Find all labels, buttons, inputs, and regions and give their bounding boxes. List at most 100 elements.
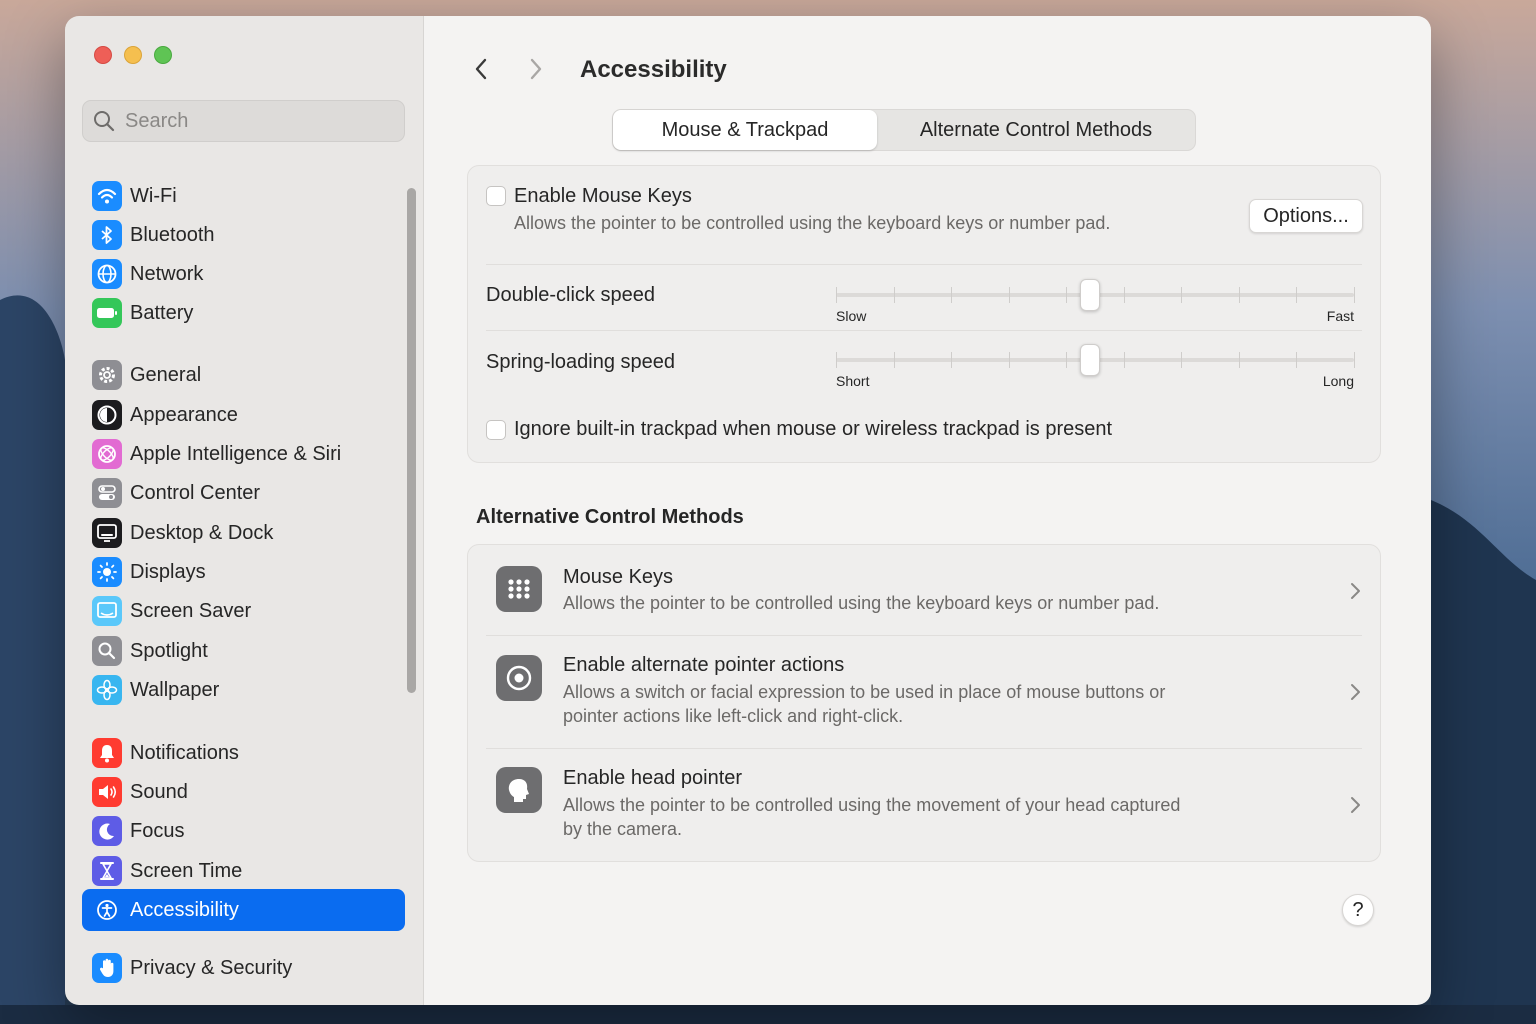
speaker-icon [92, 777, 122, 807]
screen-saver-icon [92, 596, 122, 626]
magnifier-icon [92, 636, 122, 666]
alternative-methods-card: Mouse Keys Allows the pointer to be cont… [467, 544, 1381, 862]
ignore-trackpad-checkbox[interactable] [486, 420, 506, 440]
slider-tick [951, 287, 953, 303]
slider-knob[interactable] [1079, 279, 1100, 311]
chevron-left-icon [475, 58, 487, 80]
tab-mouse-trackpad[interactable]: Mouse & Trackpad [613, 110, 877, 150]
mouse-settings-card: Enable Mouse Keys Allows the pointer to … [467, 165, 1381, 463]
close-button[interactable] [94, 46, 112, 64]
list-item-head-pointer[interactable]: Enable head pointer Allows the pointer t… [468, 749, 1380, 861]
chevron-right-icon [1351, 797, 1360, 813]
list-item-mouse-keys[interactable]: Mouse Keys Allows the pointer to be cont… [468, 545, 1380, 635]
slider-knob[interactable] [1079, 344, 1100, 376]
accessibility-icon [92, 895, 122, 925]
tab-alternate-control-methods[interactable]: Alternate Control Methods [877, 110, 1195, 150]
sidebar-item-label: Spotlight [130, 639, 208, 662]
sidebar-item-bluetooth[interactable]: Bluetooth [82, 215, 405, 255]
sidebar-item-label: Network [130, 262, 204, 285]
row-description: Allows a switch or facial expression to … [563, 682, 1166, 726]
sidebar-item-label: Wallpaper [130, 678, 220, 701]
sidebar-item-label: Appearance [130, 403, 238, 426]
bluetooth-icon [92, 220, 122, 250]
sidebar-item-network[interactable]: Network [82, 254, 405, 294]
sidebar-scrollbar[interactable] [407, 188, 416, 693]
sidebar-item-label: Screen Saver [130, 599, 252, 622]
flower-icon [92, 675, 122, 705]
slider-tick [1296, 287, 1298, 303]
row-description: Allows the pointer to be controlled usin… [563, 593, 1160, 613]
list-item-alternate-pointer-actions[interactable]: Enable alternate pointer actions Allows … [468, 636, 1380, 748]
sidebar-item-accessibility[interactable]: Accessibility [82, 889, 405, 931]
slider-max-label: Long [1322, 373, 1354, 389]
sidebar-item-apple-intelligence-siri[interactable]: Apple Intelligence & Siri [82, 434, 405, 474]
sidebar-item-label: Desktop & Dock [130, 521, 274, 544]
back-button[interactable] [466, 54, 496, 84]
slider-tick [1123, 287, 1125, 303]
hourglass-icon [92, 856, 122, 886]
sidebar-item-screen-time[interactable]: Screen Time [82, 851, 405, 891]
divider [486, 264, 1362, 265]
enable-mouse-keys-checkbox[interactable] [486, 186, 506, 206]
sidebar-item-control-center[interactable]: Control Center [82, 473, 405, 513]
sidebar-item-label: Accessibility [130, 898, 239, 921]
options-button[interactable]: Options... [1249, 199, 1363, 233]
slider-tick [1066, 352, 1068, 368]
sidebar-item-label: Battery [130, 301, 194, 324]
sidebar-item-label: Bluetooth [130, 223, 215, 246]
slider-tick [893, 352, 895, 368]
double-click-speed-slider[interactable]: Slow Fast [834, 275, 1356, 324]
chevron-right-icon [530, 58, 542, 80]
sidebar-item-appearance[interactable]: Appearance [82, 395, 405, 435]
slider-tick [1123, 352, 1125, 368]
slider-tick [1354, 287, 1355, 303]
sidebar-item-sound[interactable]: Sound [82, 772, 405, 812]
slider-tick [836, 352, 837, 368]
spring-loading-speed-label: Spring-loading speed [486, 351, 676, 373]
search-field[interactable]: Search [82, 100, 405, 142]
zoom-button[interactable] [154, 46, 172, 64]
slider-tick [951, 352, 953, 368]
slider-tick [1008, 287, 1010, 303]
sidebar-item-label: Apple Intelligence & Siri [130, 442, 342, 465]
sidebar-item-label: Screen Time [130, 859, 243, 882]
head-icon [496, 767, 542, 813]
sidebar-item-displays[interactable]: Displays [82, 552, 405, 592]
slider-tick [1296, 352, 1298, 368]
forward-button[interactable] [521, 54, 551, 84]
slider-max-label: Fast [1326, 308, 1354, 324]
sidebar-item-general[interactable]: General [82, 355, 405, 395]
sidebar-item-battery[interactable]: Battery [82, 293, 405, 333]
sidebar-item-focus[interactable]: Focus [82, 811, 405, 851]
desktop-icon [92, 518, 122, 548]
sidebar-item-desktop-dock[interactable]: Desktop & Dock [82, 513, 405, 553]
sidebar: Search Wi-Fi Bluetooth Network Battery Gener… [65, 16, 424, 1005]
row-title: Enable alternate pointer actions [563, 654, 845, 676]
sidebar-item-notifications[interactable]: Notifications [82, 733, 405, 773]
minimize-button[interactable] [124, 46, 142, 64]
row-title: Mouse Keys [563, 566, 674, 588]
spring-loading-speed-slider[interactable]: Short Long [834, 340, 1356, 389]
gear-icon [92, 360, 122, 390]
wifi-icon [92, 181, 122, 211]
slider-tick [1181, 352, 1183, 368]
sidebar-item-label: Sound [130, 780, 188, 803]
help-button[interactable]: ? [1342, 894, 1374, 926]
sidebar-item-screen-saver[interactable]: Screen Saver [82, 591, 405, 631]
sidebar-item-wallpaper[interactable]: Wallpaper [82, 670, 405, 710]
search-icon [94, 111, 115, 132]
section-title: Alternative Control Methods [476, 506, 744, 528]
sidebar-item-label: Privacy & Security [130, 956, 293, 979]
moon-icon [92, 816, 122, 846]
sidebar-item-privacy-security[interactable]: Privacy & Security [82, 948, 405, 988]
globe-icon [92, 259, 122, 289]
slider-tick [1238, 287, 1240, 303]
row-title: Enable head pointer [563, 767, 743, 789]
pointer-target-icon [496, 655, 542, 701]
siri-icon [92, 439, 122, 469]
sidebar-item-spotlight[interactable]: Spotlight [82, 631, 405, 671]
bell-icon [92, 738, 122, 768]
battery-icon [92, 298, 122, 328]
sidebar-item-wi-fi[interactable]: Wi-Fi [82, 176, 405, 216]
search-placeholder: Search [125, 109, 189, 132]
